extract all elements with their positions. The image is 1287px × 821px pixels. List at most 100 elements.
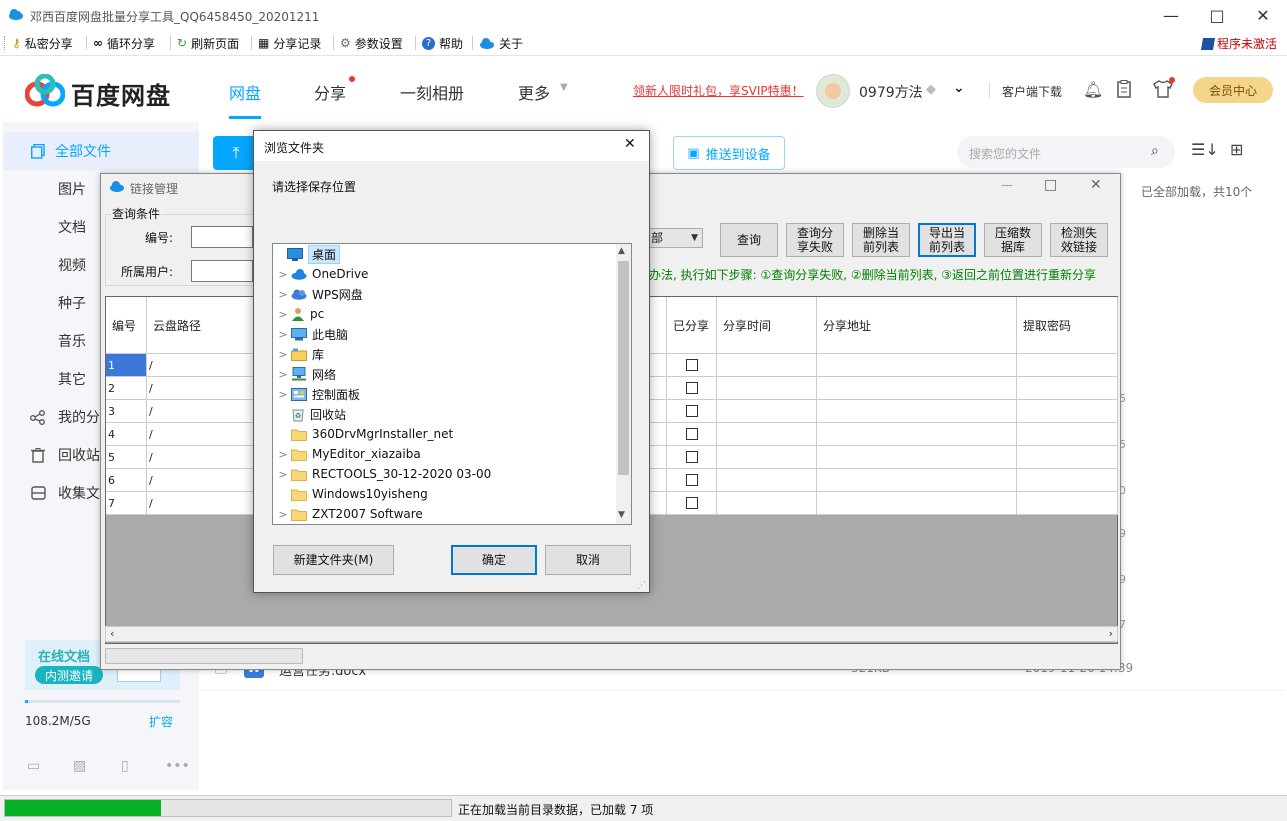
tree-item[interactable]: > 控制面板 bbox=[273, 384, 616, 404]
tree-item[interactable]: > 网络 bbox=[273, 364, 616, 384]
expand-chevron-icon[interactable]: > bbox=[277, 268, 289, 281]
cell-share-url[interactable] bbox=[817, 446, 1017, 469]
promo-link[interactable]: 领新人限时礼包，享SVIP特惠！ bbox=[633, 82, 804, 99]
sidebar-item-all-files[interactable]: 全部文件 bbox=[3, 132, 199, 170]
cell-id[interactable]: 4 bbox=[106, 423, 147, 446]
cell-password[interactable] bbox=[1017, 492, 1118, 515]
nav-tab-netdisk[interactable]: 网盘 bbox=[229, 80, 261, 104]
expand-chevron-icon[interactable]: > bbox=[277, 388, 289, 401]
cell-share-url[interactable] bbox=[817, 377, 1017, 400]
nav-tab-share[interactable]: 分享 bbox=[314, 80, 346, 104]
shared-checkbox[interactable] bbox=[685, 451, 698, 463]
scroll-down-icon[interactable]: ▼ bbox=[618, 510, 625, 520]
cell-share-time[interactable] bbox=[717, 446, 817, 469]
column-header-share-time[interactable]: 分享时间 bbox=[717, 297, 817, 354]
ok-button[interactable]: 确定 bbox=[451, 545, 537, 575]
clipboard-icon[interactable] bbox=[1117, 80, 1131, 98]
column-header-password[interactable]: 提取密码 bbox=[1017, 297, 1118, 354]
cell-id[interactable]: 2 bbox=[106, 377, 147, 400]
scroll-right-icon[interactable]: › bbox=[1109, 627, 1113, 640]
search-icon[interactable]: ⌕ bbox=[1151, 143, 1159, 159]
sort-icon[interactable]: ☰↓ bbox=[1191, 140, 1219, 159]
tree-item[interactable]: > WPS网盘 bbox=[273, 284, 616, 304]
cell-share-time[interactable] bbox=[717, 400, 817, 423]
share-record-button[interactable]: ▦ 分享记录 bbox=[258, 34, 321, 52]
client-download-link[interactable]: 客户端下载 bbox=[1002, 83, 1062, 100]
id-input[interactable] bbox=[191, 226, 253, 248]
push-device-button[interactable]: ▣ 推送到设备 bbox=[673, 136, 785, 170]
shared-checkbox[interactable] bbox=[685, 497, 698, 509]
cell-share-url[interactable] bbox=[817, 354, 1017, 377]
cell-share-url[interactable] bbox=[817, 469, 1017, 492]
tree-item[interactable]: > RECTOOLS_30-12-2020 03-00 bbox=[273, 464, 616, 484]
shared-checkbox[interactable] bbox=[685, 428, 698, 440]
cell-shared[interactable] bbox=[667, 377, 717, 400]
tree-item[interactable]: 360DrvMgrInstaller_net bbox=[273, 424, 616, 444]
folder-tree[interactable]: 桌面 > OneDrive > WPS网盘 > pc > 此电脑 > 库 > 网络 > 控制面板 ♻ 回收站 36… bbox=[272, 243, 632, 525]
monitor-icon[interactable]: ▭ bbox=[27, 758, 40, 774]
search-input[interactable]: 搜索您的文件 ⌕ bbox=[957, 136, 1175, 168]
cell-share-url[interactable] bbox=[817, 423, 1017, 446]
cell-password[interactable] bbox=[1017, 469, 1118, 492]
cell-password[interactable] bbox=[1017, 377, 1118, 400]
cell-password[interactable] bbox=[1017, 354, 1118, 377]
tree-item[interactable]: > pc bbox=[273, 304, 616, 324]
about-button[interactable]: 关于 bbox=[479, 34, 523, 52]
cell-share-time[interactable] bbox=[717, 377, 817, 400]
activation-status[interactable]: 程序未激活 bbox=[1200, 35, 1277, 52]
expand-chevron-icon[interactable]: > bbox=[277, 348, 289, 361]
shared-checkbox[interactable] bbox=[685, 474, 698, 486]
expand-chevron-icon[interactable]: > bbox=[277, 328, 289, 341]
tree-item[interactable]: ♻ 回收站 bbox=[273, 404, 616, 424]
scroll-left-icon[interactable]: ‹ bbox=[110, 627, 114, 640]
cell-shared[interactable] bbox=[667, 469, 717, 492]
tree-vertical-scrollbar[interactable]: ▲ ▼ bbox=[616, 244, 631, 524]
cell-id[interactable]: 5 bbox=[106, 446, 147, 469]
expand-chevron-icon[interactable]: > bbox=[277, 508, 289, 521]
tree-item[interactable]: > 此电脑 bbox=[273, 324, 616, 344]
cell-id[interactable]: 3 bbox=[106, 400, 147, 423]
tree-item[interactable]: Windows10yisheng bbox=[273, 484, 616, 504]
link-manager-maximize-button[interactable]: □ bbox=[1044, 177, 1057, 193]
cell-share-time[interactable] bbox=[717, 354, 817, 377]
shared-checkbox[interactable] bbox=[685, 382, 698, 394]
new-folder-button[interactable]: 新建文件夹(M) bbox=[273, 545, 394, 575]
image-icon[interactable]: ▨ bbox=[73, 758, 86, 774]
cell-share-time[interactable] bbox=[717, 423, 817, 446]
compress-db-button[interactable]: 压缩数据库 bbox=[984, 223, 1042, 257]
loop-share-button[interactable]: ∞ 循环分享 bbox=[93, 34, 155, 52]
shared-checkbox[interactable] bbox=[685, 405, 698, 417]
maximize-button[interactable]: □ bbox=[1194, 0, 1240, 30]
tree-item[interactable]: > 库 bbox=[273, 344, 616, 364]
cancel-button[interactable]: 取消 bbox=[545, 545, 631, 575]
delete-list-button[interactable]: 删除当前列表 bbox=[852, 223, 910, 257]
close-button[interactable]: ✕ bbox=[1240, 0, 1286, 30]
avatar[interactable] bbox=[816, 74, 850, 108]
nav-tab-album[interactable]: 一刻相册 bbox=[400, 80, 464, 104]
help-button[interactable]: ? 帮助 bbox=[422, 34, 463, 52]
cell-shared[interactable] bbox=[667, 354, 717, 377]
column-header-share-url[interactable]: 分享地址 bbox=[817, 297, 1017, 354]
expand-chevron-icon[interactable]: > bbox=[277, 448, 289, 461]
status-select[interactable]: 部 ▼ bbox=[649, 228, 703, 248]
minimize-button[interactable]: — bbox=[1148, 0, 1194, 30]
cell-share-url[interactable] bbox=[817, 492, 1017, 515]
cell-shared[interactable] bbox=[667, 446, 717, 469]
cell-password[interactable] bbox=[1017, 423, 1118, 446]
cell-password[interactable] bbox=[1017, 446, 1118, 469]
resize-grip-icon[interactable]: ⋰ bbox=[637, 581, 646, 591]
column-header-shared[interactable]: 已分享 bbox=[667, 297, 717, 354]
link-manager-minimize-button[interactable]: — bbox=[1001, 178, 1013, 192]
cell-id[interactable]: 7 bbox=[106, 492, 147, 515]
expand-chevron-icon[interactable]: > bbox=[277, 288, 289, 301]
cell-share-url[interactable] bbox=[817, 400, 1017, 423]
query-button[interactable]: 查询 bbox=[720, 223, 778, 257]
expand-chevron-icon[interactable]: > bbox=[277, 468, 289, 481]
private-share-button[interactable]: ⚷ 私密分享 bbox=[12, 34, 73, 52]
scroll-up-icon[interactable]: ▲ bbox=[618, 246, 625, 256]
export-list-button[interactable]: 导出当前列表 bbox=[918, 223, 976, 257]
user-dropdown-chevron-icon[interactable]: ⌄ bbox=[953, 80, 965, 96]
tree-item[interactable]: > OneDrive bbox=[273, 264, 616, 284]
username[interactable]: 0979方法 bbox=[859, 82, 923, 102]
tree-item[interactable]: > ZXT2007 Software bbox=[273, 504, 616, 524]
